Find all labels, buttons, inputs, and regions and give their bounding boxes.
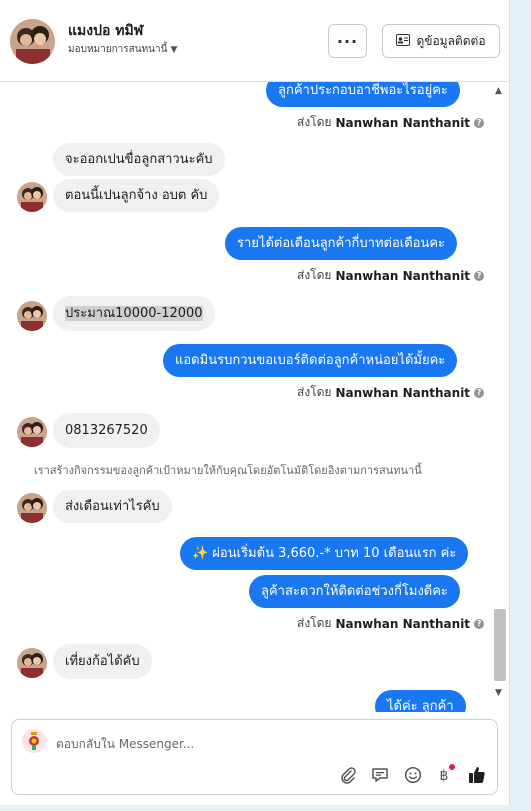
help-icon[interactable]: ?: [474, 270, 485, 281]
help-icon[interactable]: ?: [474, 117, 485, 128]
contact-info-label: ดูข้อมูลติดต่อ: [416, 33, 486, 48]
message-incoming: เที่ยงก้อได้คับ: [53, 644, 152, 679]
sent-by-prefix: ส่งโดย: [297, 268, 332, 282]
message-outgoing: ได้ค่ะ ลูกค้า: [375, 690, 466, 712]
sender-name: Nanwhan Nanthanit: [335, 616, 471, 631]
contact-name: แมงปอ ทมิฬ: [68, 23, 144, 39]
sent-by-label: ส่งโดย Nanwhan Nanthanit ?: [297, 614, 485, 633]
contact-avatar-small: [17, 648, 47, 678]
system-note: เราสร้างกิจกรรมของลูกค้าเป้าหมายให้กับคุ…: [34, 464, 422, 477]
sent-by-label: ส่งโดย Nanwhan Nanthanit ?: [297, 383, 485, 402]
message-outgoing: รายได้ต่อเดือนลูกค้ากี่บาทต่อเดือนคะ: [225, 227, 458, 260]
contact-avatar[interactable]: [10, 19, 55, 64]
assign-conversation-dropdown[interactable]: มอบหมายการสนทนานี้ ▼: [68, 42, 177, 57]
sender-name: Nanwhan Nanthanit: [335, 385, 471, 400]
help-icon[interactable]: ?: [474, 618, 485, 629]
notification-dot: [449, 764, 455, 770]
attach-icon[interactable]: [337, 764, 359, 786]
scrollbar-thumb[interactable]: [494, 609, 506, 681]
page-avatar: [22, 729, 46, 753]
payment-icon[interactable]: ฿: [433, 764, 455, 786]
message-list: ลูกค้าประกอบอาชีพอะไรอยู่คะ ส่งโดย Nanwh…: [0, 82, 510, 712]
contact-avatar-small: [17, 493, 47, 523]
contact-avatar-small: [17, 182, 47, 212]
emoji-icon[interactable]: [402, 764, 424, 786]
message-incoming: ตอนนี้เปนลูกจ้าง อบต คับ: [53, 179, 220, 212]
background-strip: [510, 0, 531, 811]
message-scrollbar[interactable]: ▲ ▼: [493, 82, 507, 712]
saved-replies-icon[interactable]: [369, 764, 391, 786]
message-incoming: ส่งเดือนเท่าไรคับ: [53, 490, 172, 523]
like-icon[interactable]: [466, 764, 488, 786]
svg-text:฿: ฿: [440, 768, 449, 784]
sent-by-prefix: ส่งโดย: [297, 616, 332, 630]
reply-composer[interactable]: ตอบกลับใน Messenger... ฿: [11, 719, 498, 795]
message-incoming: 0813267520: [53, 413, 160, 448]
scroll-up-arrow-icon[interactable]: ▲: [495, 86, 502, 96]
message-outgoing: ✨ ผ่อนเริ่มต้น 3,660.-* บาท 10 เดือนแรก …: [180, 537, 469, 570]
sent-by-prefix: ส่งโดย: [297, 385, 332, 399]
message-incoming: จะออกเปนขื่อลูกสาวนะคับ: [53, 143, 225, 176]
contact-avatar-small: [17, 301, 47, 331]
conversation-header: แมงปอ ทมิฬ มอบหมายการสนทนานี้ ▼ ··· ดูข้…: [0, 0, 510, 82]
contact-avatar-small: [17, 417, 47, 447]
background-strip-bottom: [0, 805, 531, 811]
sent-by-label: ส่งโดย Nanwhan Nanthanit ?: [297, 113, 485, 132]
sender-name: Nanwhan Nanthanit: [335, 268, 471, 283]
conversation-panel: แมงปอ ทมิฬ มอบหมายการสนทนานี้ ▼ ··· ดูข้…: [0, 0, 510, 805]
message-incoming: ประมาณ10000-12000: [53, 296, 215, 331]
scroll-down-arrow-icon[interactable]: ▼: [495, 688, 502, 698]
message-outgoing: แอดมินรบกวนขอเบอร์ติดต่อลูกค้าหน่อยได้มั…: [163, 344, 458, 377]
message-outgoing: ลูกค้าประกอบอาชีพอะไรอยู่คะ: [266, 82, 460, 107]
contact-card-icon: [396, 33, 411, 49]
view-contact-info-button[interactable]: ดูข้อมูลติดต่อ: [382, 24, 500, 58]
message-outgoing: ลูค้าสะดวกให้ติดต่อช่วงกี่โมงดีคะ: [249, 575, 460, 608]
reply-input[interactable]: ตอบกลับใน Messenger...: [56, 735, 194, 754]
sender-name: Nanwhan Nanthanit: [335, 115, 471, 130]
help-icon[interactable]: ?: [474, 387, 485, 398]
more-options-button[interactable]: ···: [328, 24, 367, 58]
caret-down-icon: ▼: [170, 44, 178, 55]
sent-by-prefix: ส่งโดย: [297, 115, 332, 129]
highlighted-text: ประมาณ10000-12000: [65, 306, 203, 321]
sent-by-label: ส่งโดย Nanwhan Nanthanit ?: [297, 266, 485, 285]
assign-label: มอบหมายการสนทนานี้: [68, 44, 168, 55]
